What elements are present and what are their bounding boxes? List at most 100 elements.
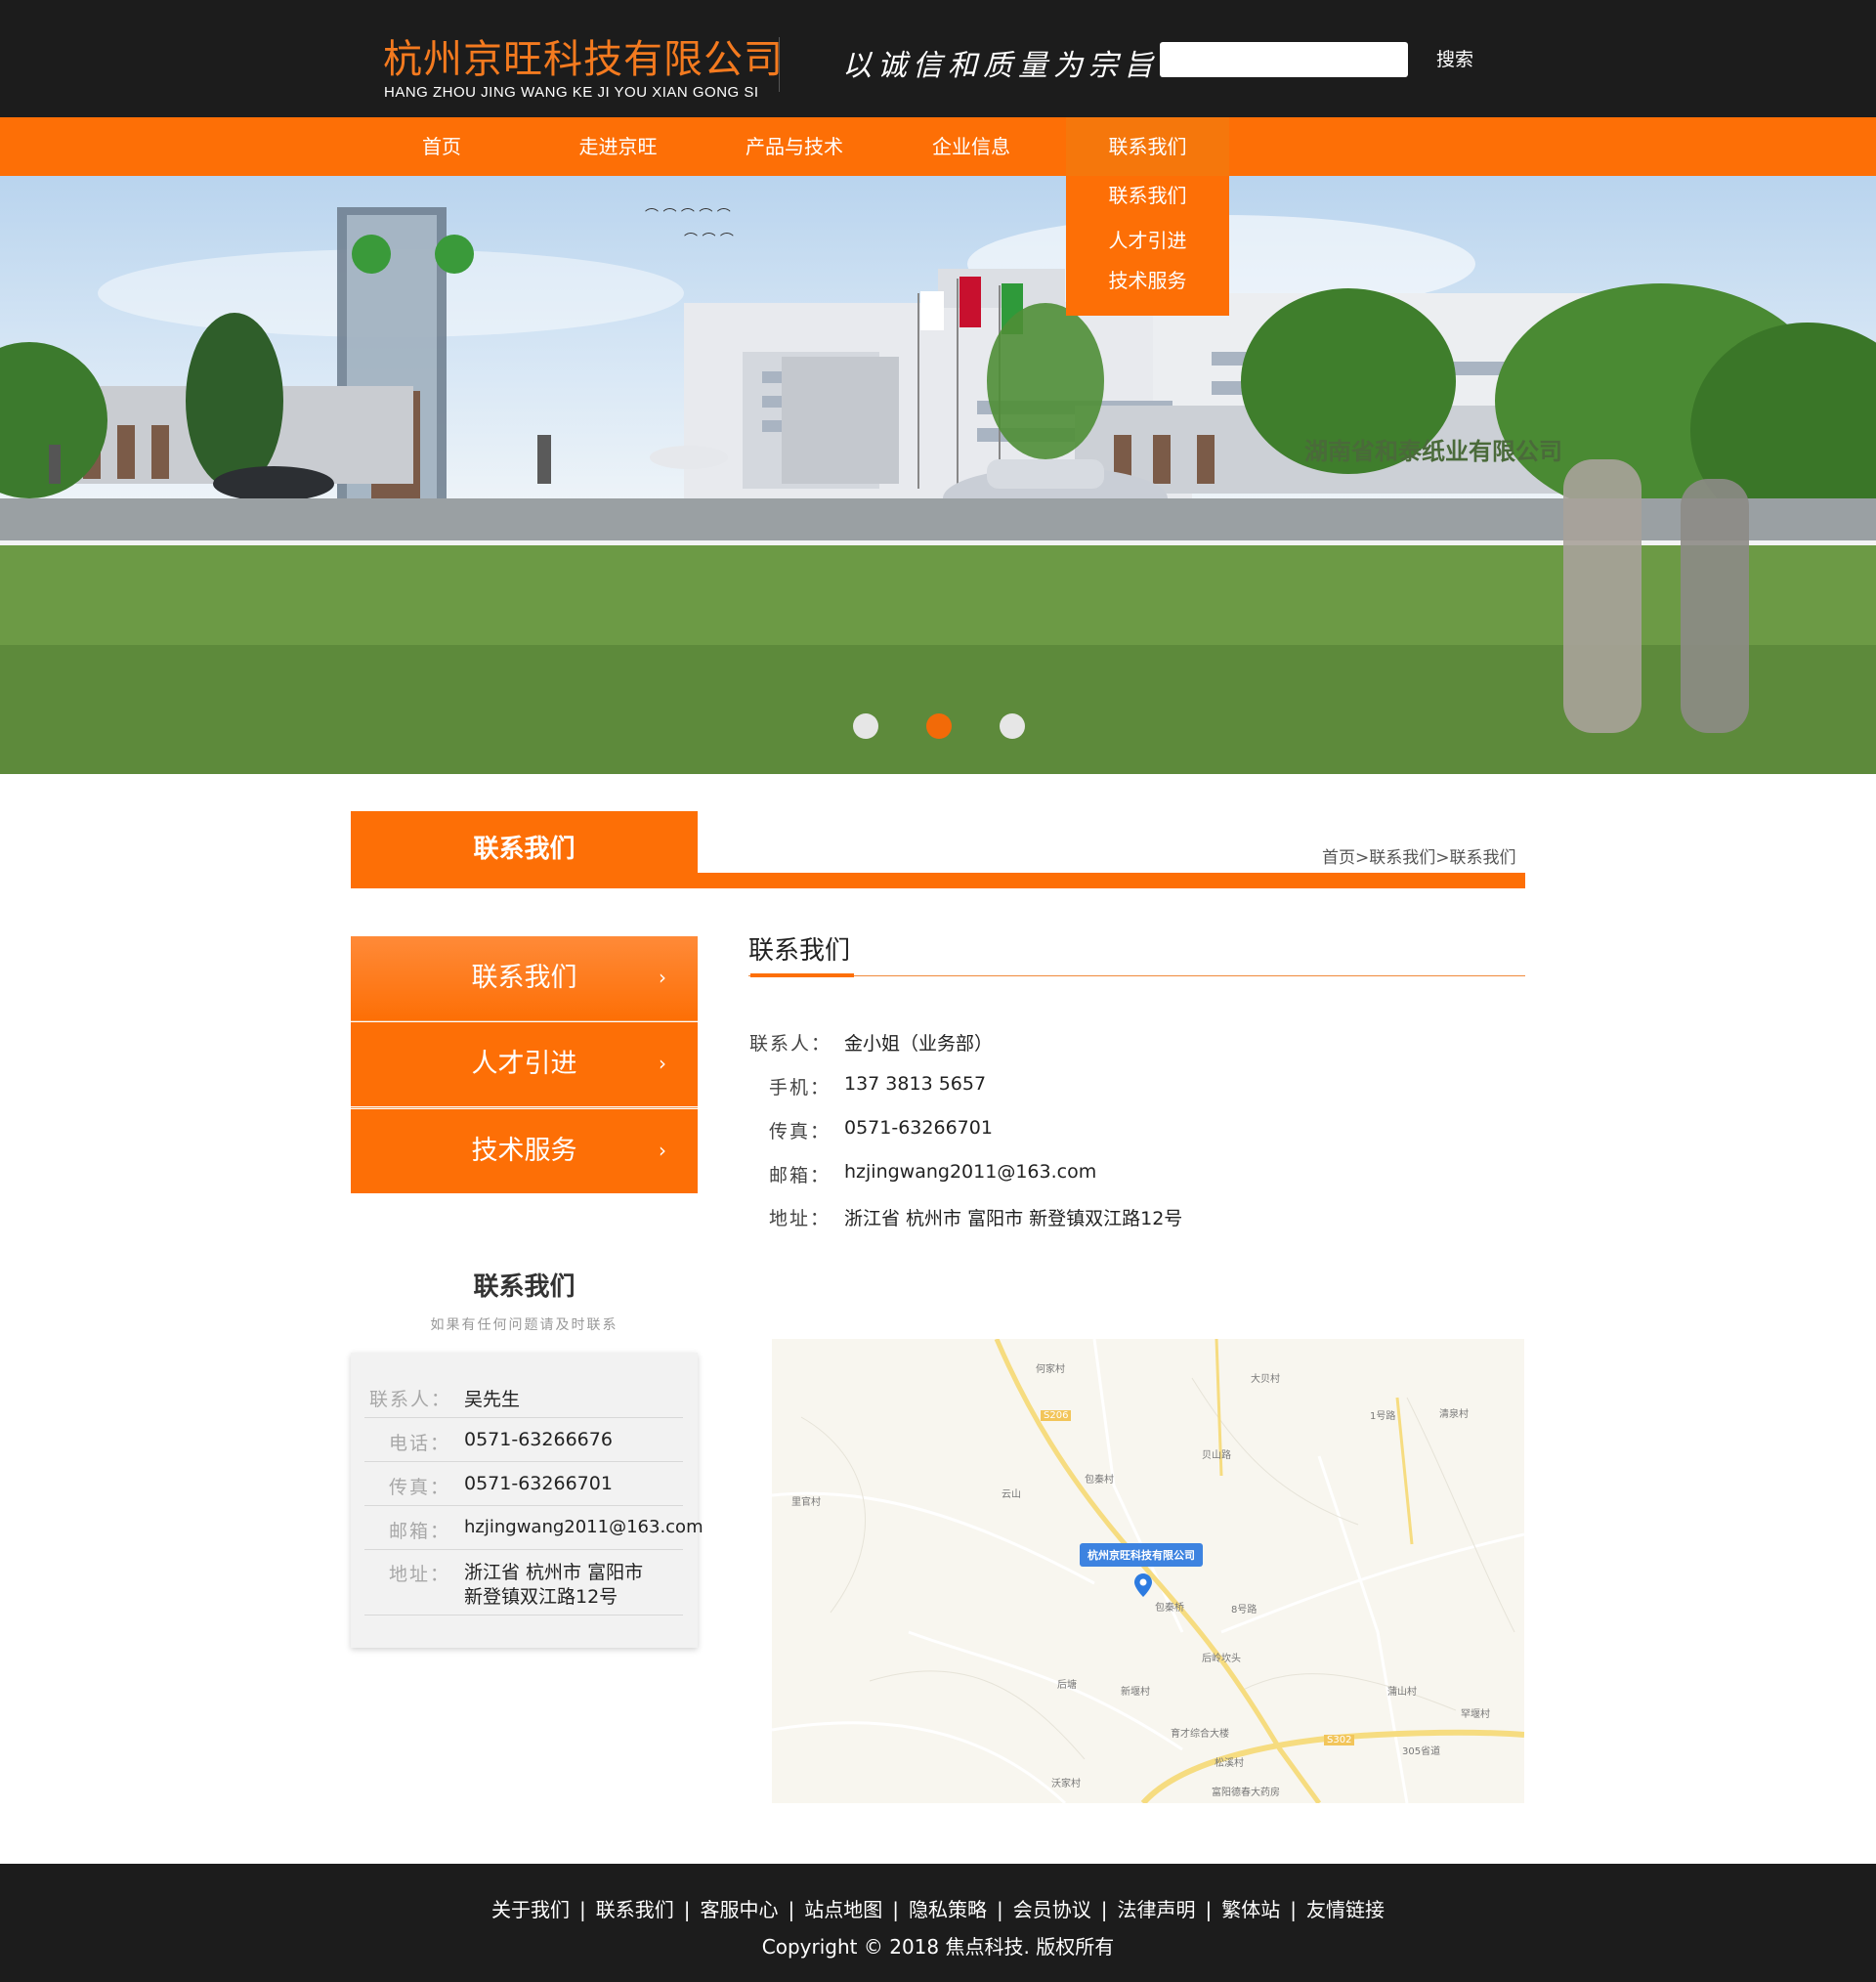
contact-box-value: 0571-63266676 — [464, 1429, 613, 1450]
info-label: 地址： — [769, 1208, 831, 1229]
dropdown-item-tech-service[interactable]: 技术服务 — [1066, 261, 1229, 300]
contact-box-value: 0571-63266701 — [464, 1473, 613, 1494]
footer-separator: | — [1100, 1898, 1108, 1921]
footer-separator: | — [683, 1898, 691, 1921]
breadcrumb-separator: > — [1435, 848, 1450, 868]
slogan: 以诚信和质量为宗旨 — [842, 49, 1159, 83]
map-marker-label[interactable]: 杭州京旺科技有限公司 — [1080, 1543, 1203, 1567]
nav-item-home[interactable]: 首页 — [384, 117, 499, 176]
slide-dot-3[interactable] — [1000, 713, 1025, 739]
footer-separator: | — [997, 1898, 1003, 1921]
logo-chinese[interactable]: 杭州京旺科技有限公司 — [383, 27, 784, 84]
contact-box-value: 浙江省 杭州市 富阳市 — [464, 1562, 644, 1583]
map-road-label: 305省道 — [1402, 1746, 1441, 1757]
map-place-label: 清泉村 — [1439, 1409, 1469, 1420]
nav-item-company-info[interactable]: 企业信息 — [909, 117, 1034, 176]
sidebar-item-tech-service[interactable]: 技术服务 › — [351, 1109, 698, 1193]
search-button[interactable]: 搜索 — [1436, 45, 1473, 71]
footer-links: 关于我们 | 联系我们 | 客服中心 | 站点地图 | 隐私策略 | 会员协议 | 法律声明 | 繁体站 | 友… — [0, 1894, 1876, 1922]
hero-banner: ⌒ ⌒ ⌒ ⌒ ⌒ ⌒ ⌒ ⌒ 湖南省和泰纸业有限公司 — [0, 176, 1876, 774]
footer-link-sitemap[interactable]: 站点地图 — [804, 1898, 882, 1921]
breadcrumb-home[interactable]: 首页 — [1322, 848, 1355, 868]
svg-text:⌒ ⌒ ⌒ ⌒ ⌒: ⌒ ⌒ ⌒ ⌒ ⌒ — [645, 208, 731, 224]
contact-box-title: 联系我们 — [473, 1272, 576, 1302]
copyright: Copyright © 2018 焦点科技. 版权所有 — [761, 1935, 1115, 1959]
map-place-label: 包秦桥 — [1155, 1603, 1184, 1614]
map-roads — [772, 1339, 1524, 1803]
contact-box-label: 邮箱： — [389, 1521, 451, 1542]
section-title: 联系我们 — [351, 811, 698, 888]
location-map[interactable]: 何家村 大贝村 清泉村 S206 云山 包秦村 贝山路 1号路 里官村 包秦桥 … — [772, 1339, 1524, 1803]
map-place-label: 后岭坎头 — [1202, 1654, 1241, 1664]
contact-box-label: 联系人： — [369, 1389, 452, 1410]
info-value[interactable]: hzjingwang2011@163.com — [844, 1161, 1096, 1183]
breadcrumb-current: 联系我们 — [1449, 848, 1516, 868]
chevron-right-icon: › — [659, 966, 666, 989]
map-place-label: 后塘 — [1057, 1680, 1077, 1691]
info-label: 邮箱： — [769, 1165, 831, 1186]
main-title-underline — [748, 975, 1525, 976]
contact-box-divider — [364, 1461, 683, 1462]
site-footer — [0, 1864, 1876, 1982]
map-pin-icon[interactable] — [1134, 1573, 1152, 1597]
footer-link-friend-links[interactable]: 友情链接 — [1306, 1898, 1385, 1921]
contact-box-value[interactable]: hzjingwang2011@163.com — [464, 1517, 704, 1537]
map-place-label: 包秦村 — [1085, 1475, 1114, 1486]
footer-link-about[interactable]: 关于我们 — [491, 1898, 570, 1921]
map-place-label: 富阳德春大药房 — [1212, 1788, 1280, 1798]
chevron-right-icon: › — [659, 1052, 666, 1075]
contact-box-divider — [364, 1505, 683, 1506]
contact-box-value: 新登镇双江路12号 — [464, 1586, 618, 1608]
nav-item-contact[interactable]: 联系我们 — [1066, 117, 1229, 176]
main-nav: 首页 走进京旺 产品与技术 企业信息 联系我们 — [0, 117, 1876, 176]
contact-box-value: 吴先生 — [464, 1389, 521, 1410]
footer-link-contact[interactable]: 联系我们 — [596, 1898, 674, 1921]
site-header: 杭州京旺科技有限公司 HANG ZHOU JING WANG KE JI YOU… — [0, 0, 1876, 117]
footer-separator: | — [892, 1898, 899, 1921]
info-value: 0571-63266701 — [844, 1117, 993, 1139]
sidebar-item-label: 人才引进 — [471, 1049, 577, 1079]
search-input[interactable] — [1160, 42, 1408, 77]
footer-separator: | — [579, 1898, 586, 1921]
map-road-label: S206 — [1041, 1410, 1072, 1421]
footer-link-legal[interactable]: 法律声明 — [1118, 1898, 1196, 1921]
nav-item-about[interactable]: 走进京旺 — [557, 117, 679, 176]
slide-dot-2[interactable] — [926, 713, 952, 739]
banner-illustration: ⌒ ⌒ ⌒ ⌒ ⌒ ⌒ ⌒ ⌒ — [0, 207, 1876, 774]
map-place-label: 育才综合大楼 — [1171, 1729, 1229, 1740]
contact-box-divider — [364, 1549, 683, 1550]
map-place-label: 蒲山村 — [1387, 1687, 1417, 1698]
contact-box-divider — [364, 1615, 683, 1616]
dropdown-item-talent[interactable]: 人才引进 — [1066, 221, 1229, 260]
contact-box-divider — [364, 1417, 683, 1418]
info-value: 浙江省 杭州市 富阳市 新登镇双江路12号 — [844, 1208, 1183, 1229]
footer-separator: | — [788, 1898, 795, 1921]
map-road-label: 8号路 — [1231, 1605, 1258, 1616]
contact-box-label: 电话： — [389, 1433, 451, 1454]
slide-dot-1[interactable] — [853, 713, 878, 739]
footer-link-service-center[interactable]: 客服中心 — [701, 1898, 779, 1921]
sidebar-item-contact[interactable]: 联系我们 › — [351, 936, 698, 1020]
footer-link-traditional[interactable]: 繁体站 — [1221, 1898, 1280, 1921]
footer-link-privacy[interactable]: 隐私策略 — [909, 1898, 987, 1921]
dropdown-item-contact[interactable]: 联系我们 — [1066, 176, 1229, 215]
sidebar-item-label: 联系我们 — [471, 963, 577, 993]
breadcrumb-contact[interactable]: 联系我们 — [1369, 848, 1435, 868]
sidebar-item-label: 技术服务 — [471, 1136, 577, 1166]
footer-link-member-agreement[interactable]: 会员协议 — [1013, 1898, 1091, 1921]
nav-item-products[interactable]: 产品与技术 — [731, 117, 858, 176]
banner-building-sign: 湖南省和泰纸业有限公司 — [1304, 438, 1562, 465]
map-place-label: 罕堰村 — [1461, 1709, 1490, 1720]
sidebar-item-talent[interactable]: 人才引进 › — [351, 1022, 698, 1106]
main-title: 联系我们 — [748, 936, 851, 966]
footer-separator: | — [1205, 1898, 1213, 1921]
contact-box-label: 地址： — [389, 1564, 451, 1585]
map-road-label: 贝山路 — [1202, 1450, 1231, 1461]
map-place-label: 新堰村 — [1121, 1687, 1150, 1698]
breadcrumb-separator: > — [1355, 848, 1370, 868]
map-road-label: 1号路 — [1370, 1411, 1396, 1422]
map-place-label: 里官村 — [791, 1497, 821, 1508]
map-place-label: 松溪村 — [1215, 1758, 1244, 1769]
map-place-label: 云山 — [1002, 1489, 1021, 1500]
map-place-label: 大贝村 — [1251, 1374, 1280, 1385]
